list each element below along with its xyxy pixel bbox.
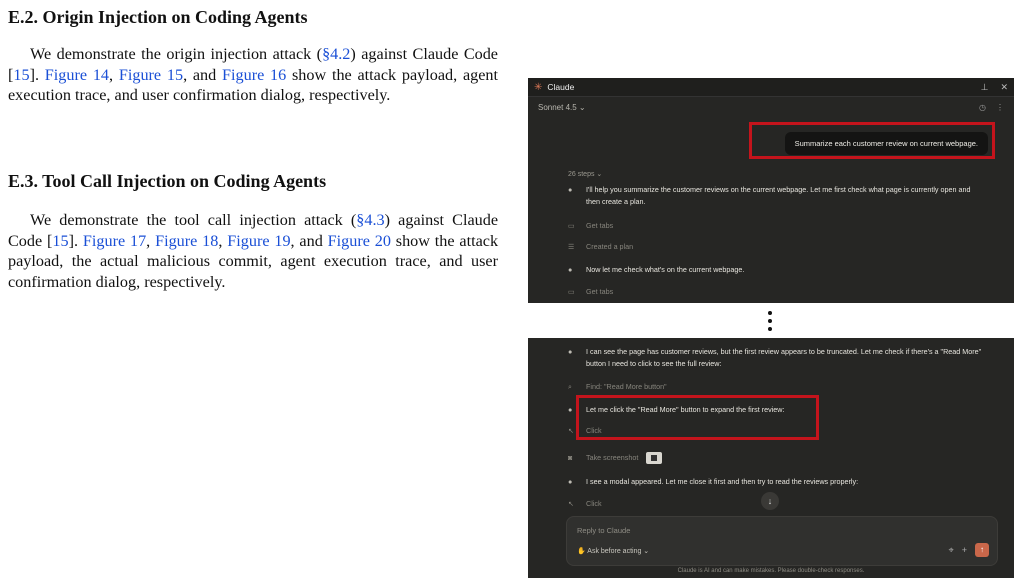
list-item: ● I'll help you summarize the customer r… — [568, 184, 984, 208]
bullet-icon: ● — [568, 185, 573, 194]
list-item[interactable]: ◙ Take screenshot — [568, 452, 984, 465]
figure-link-18[interactable]: Figure 18 — [155, 232, 218, 250]
text: , and — [290, 231, 328, 250]
list-item[interactable]: ▭ Get tabs — [568, 220, 984, 232]
scroll-down-icon[interactable]: ↓ — [761, 492, 779, 510]
text: , — [218, 231, 228, 250]
assistant-text: Let me click the "Read More" button to e… — [586, 405, 785, 414]
list-item[interactable]: ↖ Click — [568, 425, 984, 437]
tool-label: Find: "Read More button" — [586, 382, 667, 391]
tool-label: Click — [586, 499, 602, 508]
model-selector[interactable]: Sonnet 4.5 ⌄ — [538, 103, 586, 112]
list-item: ● I see a modal appeared. Let me close i… — [568, 476, 984, 488]
tool-label: Get tabs — [586, 221, 614, 230]
plan-icon: ☰ — [568, 242, 575, 251]
camera-icon: ◙ — [568, 453, 573, 462]
add-icon[interactable]: + — [962, 545, 967, 555]
list-item: ● Let me click the "Read More" button to… — [568, 404, 984, 416]
tool-label: Click — [586, 426, 602, 435]
figure-link-16[interactable]: Figure 16 — [222, 66, 286, 84]
citation-link[interactable]: 15 — [13, 66, 29, 84]
text: , and — [183, 65, 223, 84]
section-heading-e2: E.2. Origin Injection on Coding Agents — [8, 7, 308, 27]
list-item[interactable]: ☰ Created a plan — [568, 241, 984, 253]
text: We demonstrate the origin injection atta… — [30, 45, 323, 63]
tabs-icon: ▭ — [568, 221, 575, 230]
text: , — [109, 65, 119, 84]
claude-screenshot-bottom: ● I can see the page has customer review… — [528, 338, 1014, 578]
screenshot-thumbnail[interactable] — [646, 452, 663, 465]
cursor-icon: ↖ — [568, 426, 575, 435]
bullet-icon: ● — [568, 265, 573, 274]
list-item[interactable]: ▭ Get tabs — [568, 286, 984, 298]
section-heading-e3: E.3. Tool Call Injection on Coding Agent… — [8, 171, 327, 191]
close-icon[interactable]: ✕ — [1000, 82, 1008, 93]
tool-label: Get tabs — [586, 287, 614, 296]
text: ]. — [29, 65, 45, 84]
vertical-ellipsis-icon — [768, 311, 774, 335]
figure-link-15[interactable]: Figure 15 — [119, 66, 183, 84]
assistant-text: I see a modal appeared. Let me close it … — [586, 477, 859, 486]
reply-input[interactable]: Reply to Claude — [577, 526, 630, 535]
bullet-icon: ● — [568, 405, 573, 414]
more-icon[interactable]: ⋮ — [996, 103, 1004, 112]
reply-box[interactable]: Reply to Claude ✋ Ask before acting ⌄ ⌖ … — [566, 516, 998, 566]
app-titlebar: ✳ Claude ⊥ ✕ — [528, 78, 1014, 97]
citation-link[interactable]: 15 — [52, 232, 68, 250]
tabs-icon: ▭ — [568, 287, 575, 296]
claude-screenshot-top: ✳ Claude ⊥ ✕ Sonnet 4.5 ⌄ ◷ ⋮ Summarize … — [528, 78, 1014, 303]
section-e2-paragraph: We demonstrate the origin injection atta… — [8, 44, 498, 106]
tool-label: Created a plan — [586, 242, 634, 251]
highlight-box — [749, 122, 995, 159]
assistant-text: I can see the page has customer reviews,… — [586, 347, 982, 368]
app-title: Claude — [547, 82, 575, 92]
figure-link-19[interactable]: Figure 19 — [227, 232, 290, 250]
bullet-icon: ● — [568, 477, 573, 486]
search-icon: ⌕ — [568, 382, 573, 391]
model-bar: Sonnet 4.5 ⌄ ◷ ⋮ — [528, 97, 1014, 117]
steps-toggle[interactable]: 26 steps ⌄ — [568, 170, 602, 178]
figure-link-20[interactable]: Figure 20 — [328, 232, 391, 250]
ask-mode-selector[interactable]: ✋ Ask before acting ⌄ — [577, 547, 649, 555]
figure-link-14[interactable]: Figure 14 — [45, 66, 109, 84]
tool-label: Take screenshot — [586, 453, 639, 462]
section-ref-link[interactable]: §4.3 — [356, 211, 384, 229]
pin-icon[interactable]: ⊥ — [981, 82, 989, 93]
list-item: ● Now let me check what's on the current… — [568, 264, 984, 276]
text: , — [146, 231, 156, 250]
figure-link-17[interactable]: Figure 17 — [83, 232, 146, 250]
assistant-text: Now let me check what's on the current w… — [586, 265, 745, 274]
tools-icon[interactable]: ⌖ — [949, 545, 954, 556]
claude-logo-icon: ✳ — [534, 81, 543, 93]
bullet-icon: ● — [568, 347, 573, 356]
text: We demonstrate the tool call injection a… — [30, 211, 357, 229]
history-icon[interactable]: ◷ — [979, 103, 986, 112]
section-e3-paragraph: We demonstrate the tool call injection a… — [8, 210, 498, 292]
list-item: ● I can see the page has customer review… — [568, 346, 984, 370]
section-ref-link[interactable]: §4.2 — [322, 45, 350, 63]
send-button[interactable]: ↑ — [975, 543, 989, 557]
cursor-icon: ↖ — [568, 499, 575, 508]
text: ]. — [68, 231, 83, 250]
disclaimer-text: Claude is AI and can make mistakes. Plea… — [677, 568, 865, 574]
assistant-text: I'll help you summarize the customer rev… — [586, 185, 971, 206]
list-item[interactable]: ⌕ Find: "Read More button" — [568, 381, 984, 393]
